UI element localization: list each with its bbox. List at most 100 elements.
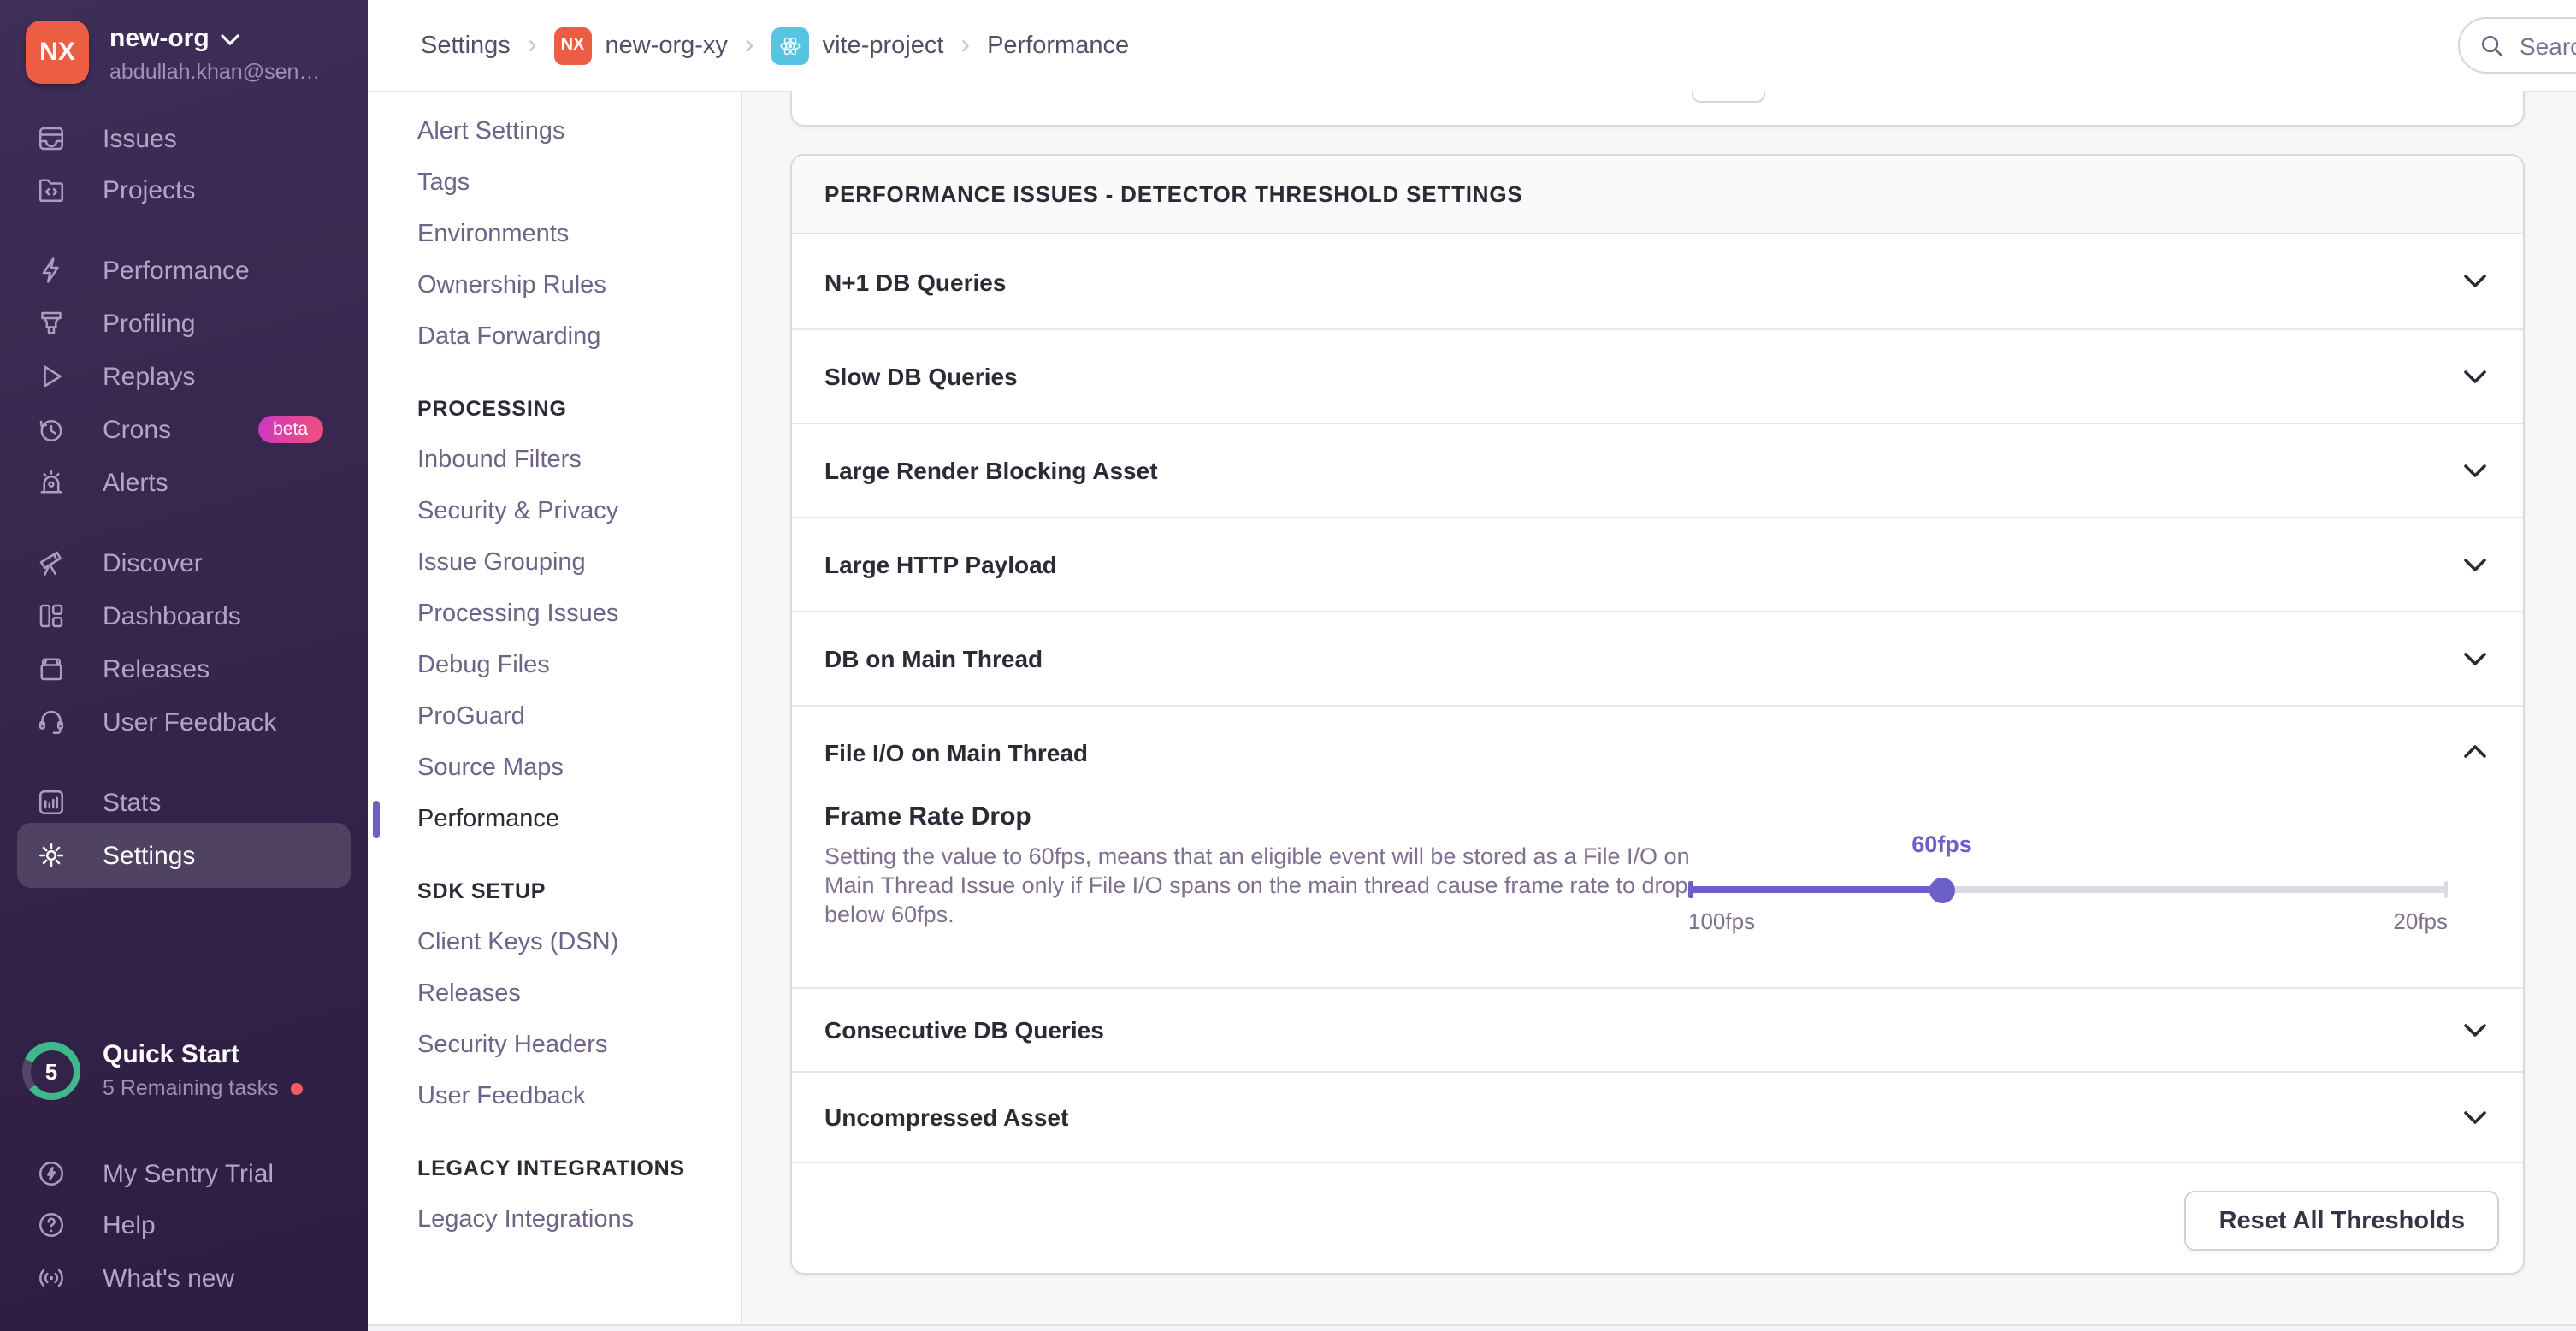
quick-start-count: 5	[30, 1050, 73, 1092]
sentry-settings-page: NX new-org abdullah.khan@sen… Issues Pro…	[0, 0, 2576, 1331]
sidebar-item-profiling[interactable]: Profiling	[0, 298, 368, 349]
settings-nav-user-feedback[interactable]: User Feedback	[368, 1071, 741, 1122]
breadcrumb-settings[interactable]: Settings	[421, 32, 511, 59]
search-placeholder: Search	[2520, 32, 2576, 59]
sidebar-item-label: Crons	[103, 415, 171, 444]
breadcrumb-separator-icon: ›	[528, 32, 537, 59]
sidebar-item-alerts[interactable]: Alerts	[0, 457, 368, 508]
sidebar-item-replays[interactable]: Replays	[0, 351, 368, 402]
settings-nav-client-keys[interactable]: Client Keys (DSN)	[368, 917, 741, 968]
settings-nav-ownership-rules[interactable]: Ownership Rules	[368, 260, 741, 311]
quick-start-subtitle: 5 Remaining tasks	[103, 1079, 279, 1100]
reset-all-thresholds-button[interactable]: Reset All Thresholds	[2185, 1191, 2499, 1251]
settings-nav-processing-issues[interactable]: Processing Issues	[368, 589, 741, 640]
settings-nav-security-headers[interactable]: Security Headers	[368, 1020, 741, 1071]
sidebar-item-label: Stats	[103, 788, 161, 817]
org-badge: NX	[553, 27, 591, 64]
row-n-plus-one-db-queries[interactable]: N+1 DB Queries	[792, 234, 2523, 328]
settings-nav: Alert Settings Tags Environments Ownersh…	[368, 92, 742, 1324]
breadcrumb-project[interactable]: vite-project	[771, 27, 944, 64]
performance-icon	[36, 255, 67, 286]
search-input[interactable]: Search	[2458, 17, 2576, 74]
sidebar-item-dashboards[interactable]: Dashboards	[0, 590, 368, 642]
settings-nav-section-processing: PROCESSING	[368, 383, 741, 435]
org-switcher[interactable]: NX new-org abdullah.khan@sen…	[26, 21, 320, 84]
settings-nav-section-legacy: LEGACY INTEGRATIONS	[368, 1143, 741, 1194]
settings-nav-releases[interactable]: Releases	[368, 968, 741, 1020]
sidebar-item-issues[interactable]: Issues	[0, 113, 368, 164]
sidebar-item-crons[interactable]: Crons beta	[0, 404, 368, 455]
notification-dot	[291, 1083, 303, 1095]
row-large-render-blocking-asset[interactable]: Large Render Blocking Asset	[792, 423, 2523, 517]
top-bar: Settings › NX new-org-xy › vite-project …	[368, 0, 2576, 92]
sidebar-item-stats[interactable]: Stats	[0, 777, 368, 828]
slider-max-label: 20fps	[2393, 908, 2448, 934]
clipped-button-fragment	[1692, 91, 1765, 103]
settings-nav-data-forwarding[interactable]: Data Forwarding	[368, 311, 741, 363]
settings-nav-proguard[interactable]: ProGuard	[368, 691, 741, 742]
row-consecutive-db-queries[interactable]: Consecutive DB Queries	[792, 987, 2523, 1071]
sidebar-item-whats-new[interactable]: What's new	[0, 1252, 368, 1304]
slider-value-label: 60fps	[1911, 831, 1972, 857]
sidebar-item-discover[interactable]: Discover	[0, 537, 368, 589]
discover-icon	[36, 547, 67, 578]
gear-icon	[36, 840, 67, 871]
sidebar-item-settings[interactable]: Settings	[17, 823, 351, 888]
quick-start-title: Quick Start	[103, 1043, 303, 1068]
breadcrumb-separator-icon: ›	[960, 32, 970, 59]
row-uncompressed-asset[interactable]: Uncompressed Asset	[792, 1071, 2523, 1162]
sidebar-item-label: Settings	[103, 841, 195, 870]
beta-badge: beta	[257, 417, 323, 443]
settings-nav-performance[interactable]: Performance	[368, 794, 741, 845]
detector-threshold-panel: PERFORMANCE ISSUES - DETECTOR THRESHOLD …	[790, 154, 2525, 1275]
chevron-down-icon	[2463, 463, 2487, 478]
sidebar-item-label: Discover	[103, 548, 203, 577]
org-avatar: NX	[26, 21, 89, 84]
settings-nav-inbound-filters[interactable]: Inbound Filters	[368, 435, 741, 486]
settings-nav-alert-settings[interactable]: Alert Settings	[368, 106, 741, 157]
sidebar-item-label: User Feedback	[103, 707, 276, 736]
settings-nav-security-privacy[interactable]: Security & Privacy	[368, 486, 741, 537]
sidebar-item-label: Alerts	[103, 468, 168, 497]
replays-icon	[36, 361, 67, 392]
sidebar-item-label: My Sentry Trial	[103, 1159, 274, 1188]
sidebar-item-user-feedback[interactable]: User Feedback	[0, 696, 368, 748]
settings-nav-tags[interactable]: Tags	[368, 157, 741, 209]
frame-rate-drop-title: Frame Rate Drop	[824, 802, 1031, 831]
row-db-on-main-thread[interactable]: DB on Main Thread	[792, 611, 2523, 705]
sidebar-item-help[interactable]: Help	[0, 1199, 368, 1251]
slider-min-label: 100fps	[1688, 908, 1755, 934]
react-project-icon	[771, 27, 809, 64]
row-slow-db-queries[interactable]: Slow DB Queries	[792, 328, 2523, 423]
settings-nav-debug-files[interactable]: Debug Files	[368, 640, 741, 691]
row-file-io-on-main-thread[interactable]: File I/O on Main Thread	[792, 705, 2523, 797]
slider-min-cap	[1688, 881, 1693, 898]
org-name: new-org	[109, 26, 210, 51]
quick-start[interactable]: 5 Quick Start 5 Remaining tasks	[22, 1042, 303, 1100]
issues-icon	[36, 123, 67, 154]
chevron-down-icon	[2463, 651, 2487, 666]
row-large-http-payload[interactable]: Large HTTP Payload	[792, 517, 2523, 611]
settings-nav-source-maps[interactable]: Source Maps	[368, 742, 741, 794]
main-content: PERFORMANCE ISSUES - DETECTOR THRESHOLD …	[744, 92, 2576, 1324]
frame-rate-drop-description: Setting the value to 60fps, means that a…	[824, 842, 1697, 929]
settings-nav-legacy-integrations[interactable]: Legacy Integrations	[368, 1194, 741, 1245]
sidebar-item-my-sentry-trial[interactable]: My Sentry Trial	[0, 1148, 368, 1199]
sidebar-item-releases[interactable]: Releases	[0, 643, 368, 695]
settings-nav-issue-grouping[interactable]: Issue Grouping	[368, 537, 741, 589]
settings-nav-environments[interactable]: Environments	[368, 209, 741, 260]
primary-sidebar: NX new-org abdullah.khan@sen… Issues Pro…	[0, 0, 368, 1331]
trial-icon	[36, 1158, 67, 1189]
profiling-icon	[36, 308, 67, 339]
sidebar-item-label: Issues	[103, 124, 177, 153]
sidebar-item-projects[interactable]: Projects	[0, 164, 368, 216]
slider-handle[interactable]	[1929, 877, 1955, 902]
breadcrumb-org[interactable]: NX new-org-xy	[553, 27, 727, 64]
chevron-down-icon	[2463, 274, 2487, 289]
sidebar-item-performance[interactable]: Performance	[0, 245, 368, 296]
sidebar-item-label: Performance	[103, 256, 250, 285]
bottom-edge-strip	[368, 1324, 2576, 1331]
sidebar-item-label: Dashboards	[103, 601, 241, 630]
chevron-down-icon	[222, 34, 240, 46]
breadcrumb: Settings › NX new-org-xy › vite-project …	[421, 27, 1129, 64]
